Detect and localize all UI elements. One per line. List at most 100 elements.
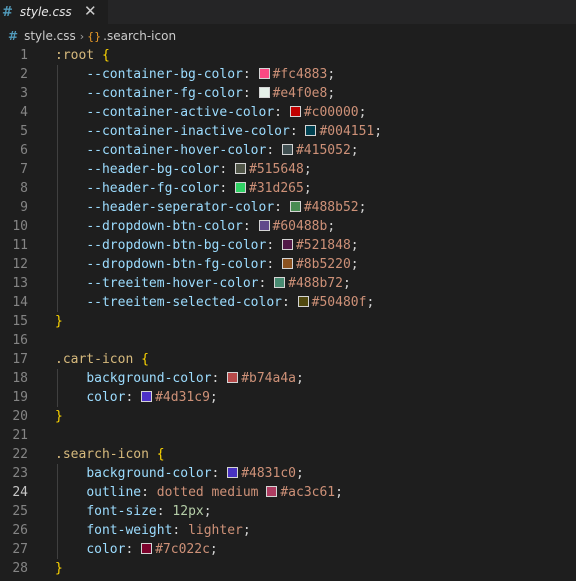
color-swatch-icon[interactable] — [266, 486, 278, 497]
code-line[interactable]: 28} — [0, 559, 576, 578]
color-swatch-icon[interactable] — [305, 125, 317, 136]
line-number: 25 — [12, 504, 28, 519]
code-line[interactable]: 17 .cart-icon { — [0, 350, 576, 369]
close-icon[interactable]: ✕ — [84, 2, 97, 20]
code-line[interactable]: 6 --container-hover-color: #415052; — [0, 141, 576, 160]
code-token: ; — [296, 466, 304, 481]
code-token: --container-inactive-color — [86, 124, 290, 139]
code-token: } — [55, 314, 63, 329]
color-swatch-icon[interactable] — [235, 182, 247, 193]
color-swatch-icon[interactable] — [289, 106, 301, 117]
code-line[interactable]: 10 --dropdown-btn-color: #60488b; — [0, 217, 576, 236]
code-line[interactable]: 1:root { — [0, 46, 576, 65]
code-line[interactable]: 16 — [0, 331, 576, 350]
code-token: #c00000 — [303, 105, 359, 120]
code-line[interactable]: 8 --header-fg-color: #31d265; — [0, 179, 576, 198]
code-line[interactable]: 11 --dropdown-btn-bg-color: #521848; — [0, 236, 576, 255]
code-line[interactable]: 26 font-weight: lighter; — [0, 521, 576, 540]
code-text: --treeitem-hover-color: #488b72; — [55, 276, 350, 291]
code-line[interactable]: 19 color: #4d31c9; — [0, 388, 576, 407]
code-token: : — [274, 105, 290, 120]
color-swatch-icon[interactable] — [227, 467, 239, 478]
code-line[interactable]: 12 --dropdown-btn-fg-color: #8b5220; — [0, 255, 576, 274]
code-token: : — [242, 219, 259, 234]
code-token: #515648 — [249, 162, 304, 177]
code-token: ; — [209, 542, 218, 557]
color-swatch-icon[interactable] — [258, 68, 270, 79]
code-token: #521848 — [295, 238, 351, 253]
color-swatch-icon[interactable] — [227, 372, 239, 383]
code-token: --header-bg-color — [86, 162, 220, 177]
color-swatch-icon[interactable] — [297, 296, 309, 307]
breadcrumb: # style.css › {} .search-icon — [0, 24, 576, 48]
code-line[interactable]: 9 --header-seperator-color: #488b52; — [0, 198, 576, 217]
code-text: --header-fg-color: #31d265; — [55, 181, 311, 196]
color-swatch-icon[interactable] — [274, 277, 286, 288]
code-token: ; — [327, 86, 336, 101]
code-line[interactable]: 21 — [0, 426, 576, 445]
color-swatch-icon[interactable] — [281, 258, 293, 269]
line-number: 4 — [20, 105, 28, 120]
line-number: 24 — [12, 485, 28, 500]
color-swatch-icon[interactable] — [235, 163, 247, 174]
code-editor[interactable]: 1:root {2 --container-bg-color: #fc4883;… — [0, 46, 576, 581]
breadcrumb-symbol[interactable]: .search-icon — [103, 29, 176, 43]
code-token: : — [266, 257, 282, 272]
code-token: font-weight — [86, 523, 173, 538]
css-file-icon: # — [8, 29, 19, 43]
color-swatch-icon[interactable] — [258, 87, 270, 98]
color-swatch-icon[interactable] — [281, 144, 293, 155]
breadcrumb-file[interactable]: style.css — [24, 29, 76, 43]
code-text: } — [55, 314, 63, 329]
code-text: --dropdown-btn-fg-color: #8b5220; — [55, 257, 358, 272]
code-line[interactable]: 5 --container-inactive-color: #004151; — [0, 122, 576, 141]
code-token: { — [141, 352, 149, 367]
css-file-icon: # — [2, 4, 13, 20]
line-number: 15 — [12, 314, 28, 329]
line-number: 11 — [12, 238, 28, 253]
tab-style-css[interactable]: # style.css ✕ — [0, 0, 108, 24]
code-token: } — [55, 561, 63, 576]
code-line[interactable]: 18 background-color: #b74a4a; — [0, 369, 576, 388]
code-line[interactable]: 4 --container-active-color: #c00000; — [0, 103, 576, 122]
code-text: color: #7c022c; — [55, 542, 218, 557]
code-line[interactable]: 3 --container-fg-color: #e4f0e8; — [0, 84, 576, 103]
code-line[interactable]: 23 background-color: #4831c0; — [0, 464, 576, 483]
line-number: 18 — [12, 371, 28, 386]
color-swatch-icon[interactable] — [289, 201, 301, 212]
code-token: #004151 — [319, 124, 375, 139]
line-number: 27 — [12, 542, 28, 557]
line-number: 22 — [12, 447, 28, 462]
color-swatch-icon[interactable] — [141, 543, 153, 554]
line-number: 1 — [20, 48, 28, 63]
code-line[interactable]: 25 font-size: 12px; — [0, 502, 576, 521]
code-token: #4831c0 — [241, 466, 296, 481]
line-number: 21 — [12, 428, 28, 443]
color-swatch-icon[interactable] — [141, 391, 153, 402]
code-token: ; — [358, 105, 367, 120]
code-token: #8b5220 — [295, 257, 351, 272]
code-line[interactable]: 2 --container-bg-color: #fc4883; — [0, 65, 576, 84]
code-text: } — [55, 561, 63, 576]
code-line[interactable]: 24 outline: dotted medium #ac3c61; — [0, 483, 576, 502]
code-token: : — [242, 86, 259, 101]
code-token: : — [274, 200, 290, 215]
code-line[interactable]: 13 --treeitem-hover-color: #488b72; — [0, 274, 576, 293]
code-token: : — [281, 295, 298, 310]
line-number: 16 — [12, 333, 28, 348]
code-text: color: #4d31c9; — [55, 390, 217, 405]
code-token: ; — [296, 371, 304, 386]
code-line[interactable]: 20} — [0, 407, 576, 426]
code-text: --container-fg-color: #e4f0e8; — [55, 86, 335, 101]
code-line[interactable]: 27 color: #7c022c; — [0, 540, 576, 559]
code-text: background-color: #b74a4a; — [55, 371, 304, 386]
code-line[interactable]: 15} — [0, 312, 576, 331]
color-swatch-icon[interactable] — [258, 220, 270, 231]
code-line[interactable]: 7 --header-bg-color: #515648; — [0, 160, 576, 179]
tab-title: style.css — [19, 5, 72, 19]
code-line[interactable]: 22 .search-icon { — [0, 445, 576, 464]
code-token: ; — [366, 295, 375, 310]
code-token: .cart-icon — [55, 352, 134, 367]
code-line[interactable]: 14 --treeitem-selected-color: #50480f; — [0, 293, 576, 312]
color-swatch-icon[interactable] — [281, 239, 293, 250]
